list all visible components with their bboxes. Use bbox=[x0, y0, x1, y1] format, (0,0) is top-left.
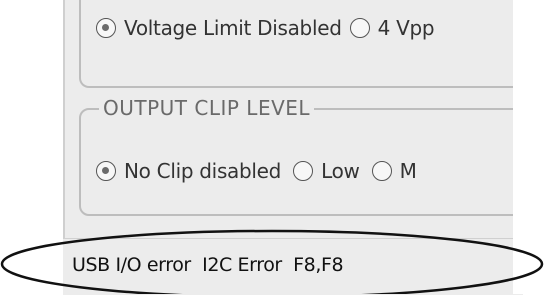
highlight-ellipse bbox=[0, 229, 544, 294]
